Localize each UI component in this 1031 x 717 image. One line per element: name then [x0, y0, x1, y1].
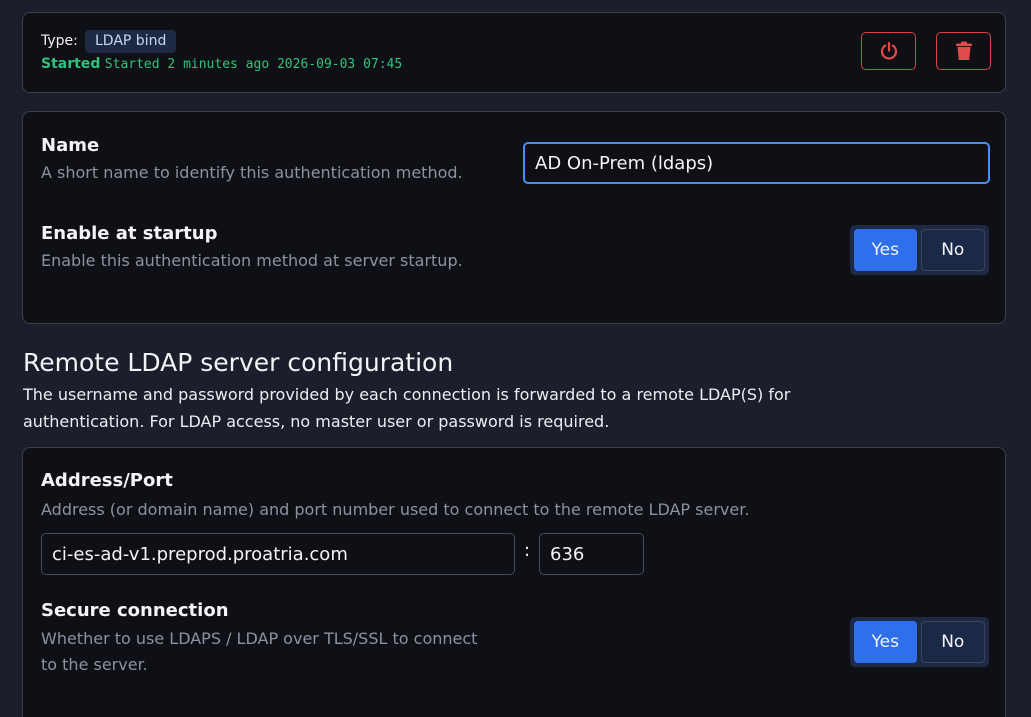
startup-description: Enable this authentication method at ser… [41, 251, 463, 270]
name-input[interactable] [523, 142, 990, 184]
section-heading: Remote LDAP server configuration [23, 348, 454, 377]
delete-button[interactable] [936, 32, 991, 70]
power-icon [880, 41, 897, 60]
status-state: Started [41, 56, 101, 72]
status-line: Started Started 2 minutes ago 2026-09-03… [41, 56, 402, 72]
startup-yes-button[interactable]: Yes [854, 229, 917, 271]
address-description: Address (or domain name) and port number… [41, 500, 750, 519]
power-button[interactable] [861, 32, 916, 70]
secure-no-button[interactable]: No [920, 621, 985, 663]
port-input[interactable] [539, 533, 644, 575]
address-title: Address/Port [41, 470, 173, 491]
secure-description-line2: to the server. [41, 655, 148, 674]
address-card: Address/Port Address (or domain name) an… [22, 447, 1006, 717]
name-title: Name [41, 135, 100, 156]
secure-description-line1: Whether to use LDAPS / LDAP over TLS/SSL… [41, 629, 478, 648]
address-port-separator: : [524, 540, 531, 561]
section-description: The username and password provided by ea… [23, 385, 791, 431]
trash-icon [955, 41, 972, 60]
secure-title: Secure connection [41, 600, 229, 621]
startup-no-button[interactable]: No [920, 229, 985, 271]
secure-yes-button[interactable]: Yes [854, 621, 917, 663]
address-input[interactable] [41, 533, 515, 575]
secure-toggle: Yes No [850, 617, 989, 667]
status-detail: Started 2 minutes ago 2026-09-03 07:45 [104, 57, 403, 72]
type-label: Type: [41, 33, 78, 49]
type-badge: LDAP bind [85, 30, 177, 53]
startup-title: Enable at startup [41, 223, 218, 244]
name-description: A short name to identify this authentica… [41, 163, 463, 182]
general-settings-card: Name A short name to identify this authe… [22, 111, 1006, 324]
status-card: Type: LDAP bind Started Started 2 minute… [22, 12, 1006, 93]
startup-toggle: Yes No [850, 225, 989, 275]
